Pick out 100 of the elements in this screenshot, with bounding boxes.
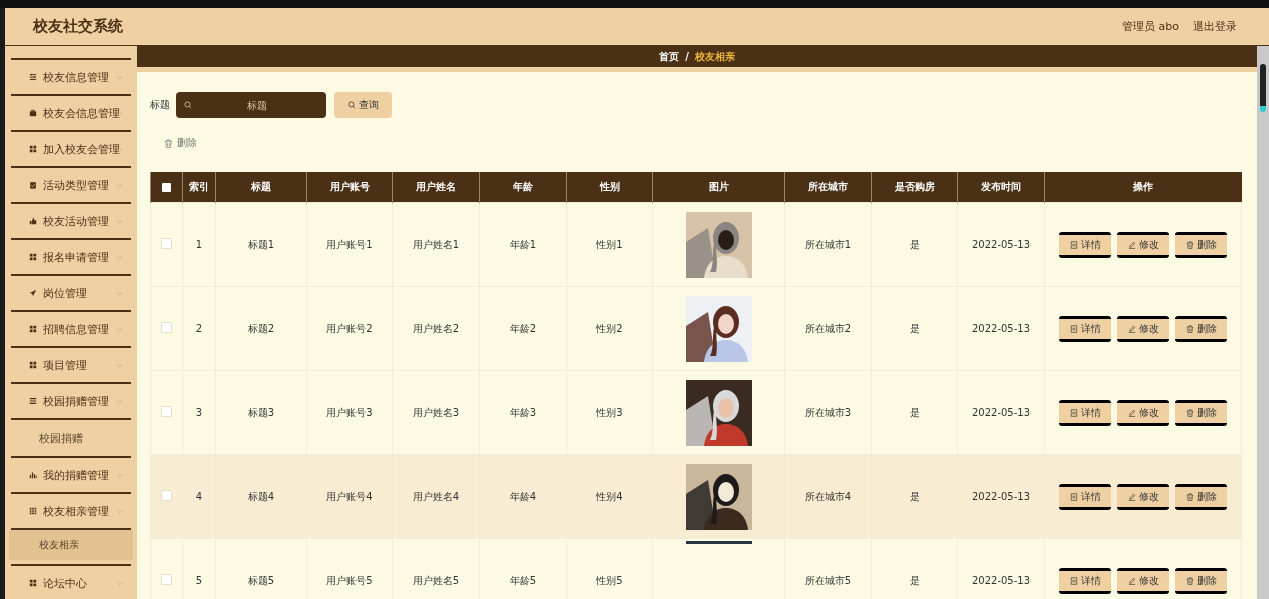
edit-icon xyxy=(1127,324,1136,333)
table-cell: 4 xyxy=(195,491,203,502)
chevron-icon xyxy=(116,183,123,188)
column-header: 发布时间 xyxy=(957,172,1045,203)
breadcrumb-link[interactable]: 首页 xyxy=(659,49,680,64)
search-field[interactable]: 标题 xyxy=(176,92,326,118)
column-header: 索引 xyxy=(182,172,216,203)
menu-item[interactable]: 招聘信息管理 xyxy=(11,312,131,346)
menu-item[interactable]: 论坛中心 xyxy=(11,566,131,599)
chevron-icon xyxy=(116,219,123,224)
trash-icon xyxy=(164,138,173,148)
menu-item[interactable]: 校友活动管理 xyxy=(11,204,131,238)
table-cell: 性别3 xyxy=(596,406,623,418)
action-button[interactable]: 详情 xyxy=(1059,399,1111,426)
menu-item[interactable]: 校友会信息管理 xyxy=(11,96,131,130)
menu-item[interactable]: 报名申请管理 xyxy=(11,240,131,274)
menu-item[interactable]: 我的捐赠管理 xyxy=(11,458,131,492)
column-header: 用户姓名 xyxy=(392,172,480,203)
action-button[interactable]: 修改 xyxy=(1117,483,1169,510)
action-button[interactable]: 修改 xyxy=(1117,399,1169,426)
document-icon xyxy=(1069,492,1078,501)
chevron-icon xyxy=(116,399,123,404)
table-cell: 是 xyxy=(909,406,920,418)
table-cell: 标题3 xyxy=(247,406,275,418)
table-cell: 所在城市3 xyxy=(804,406,852,418)
table-cell: 用户账号2 xyxy=(326,322,373,334)
table-cell: 所在城市4 xyxy=(804,490,852,502)
table-cell: 所在城市2 xyxy=(804,322,852,334)
menu-item[interactable]: 校园捐赠管理 xyxy=(11,384,131,418)
trash-icon xyxy=(1185,492,1194,501)
action-button[interactable]: 详情 xyxy=(1059,315,1111,342)
action-button[interactable]: 详情 xyxy=(1059,483,1111,510)
table-cell: 用户账号3 xyxy=(326,406,373,418)
table-cell: 是 xyxy=(909,322,920,334)
row-checkbox[interactable] xyxy=(161,406,172,417)
table-cell: 是 xyxy=(909,574,920,586)
table-cell: 年龄2 xyxy=(509,322,537,334)
table-cell: 年龄4 xyxy=(509,490,537,502)
sliders-icon xyxy=(29,73,37,81)
search-label: 标题 xyxy=(150,98,170,112)
grid-icon xyxy=(29,325,37,333)
edit-icon xyxy=(1127,576,1136,585)
table-cell: 标题4 xyxy=(247,490,275,502)
table-cell: 2022-05-13 xyxy=(971,491,1031,502)
menu-item[interactable]: 加入校友会管理 xyxy=(11,132,131,166)
action-button[interactable]: 修改 xyxy=(1117,567,1169,594)
menu-item[interactable]: 校友信息管理 xyxy=(11,60,131,94)
document-icon xyxy=(1069,576,1078,585)
document-icon xyxy=(1069,240,1078,249)
table-cell: 3 xyxy=(195,407,203,418)
table-cell: 所在城市5 xyxy=(804,574,852,586)
action-button[interactable]: 删除 xyxy=(1175,567,1227,594)
column-header: 是否购房 xyxy=(871,172,958,203)
action-button[interactable]: 删除 xyxy=(1175,483,1227,510)
menu-item[interactable]: 校友相亲管理 xyxy=(11,494,131,528)
table-cell: 是 xyxy=(909,490,920,502)
action-button[interactable]: 详情 xyxy=(1059,231,1111,258)
column-header: 所在城市 xyxy=(784,172,872,203)
action-button[interactable]: 详情 xyxy=(1059,567,1111,594)
trash-icon xyxy=(1185,576,1194,585)
table-cell: 年龄5 xyxy=(509,574,537,586)
action-button[interactable]: 删除 xyxy=(1175,399,1227,426)
briefcase-icon xyxy=(29,109,37,117)
action-button[interactable]: 修改 xyxy=(1117,231,1169,258)
grid-icon xyxy=(29,579,37,587)
delete-button[interactable]: 删除 xyxy=(162,134,199,152)
table-cell: 2022-05-13 xyxy=(971,239,1031,250)
table-cell: 5 xyxy=(195,575,203,586)
select-all-checkbox[interactable] xyxy=(162,183,171,192)
action-button[interactable]: 修改 xyxy=(1117,315,1169,342)
menu-item[interactable]: 岗位管理 xyxy=(11,276,131,310)
breadcrumb-link[interactable]: 校友相亲 xyxy=(694,49,735,64)
table-cell: 用户姓名2 xyxy=(412,322,460,334)
row-checkbox[interactable] xyxy=(161,322,172,333)
menu-item[interactable]: 活动类型管理 xyxy=(11,168,131,202)
column-header: 操作 xyxy=(1044,172,1242,203)
chevron-icon xyxy=(116,327,123,332)
submenu-item[interactable]: 校园捐赠 xyxy=(11,420,131,456)
table-cell: 标题1 xyxy=(247,238,275,250)
chevron-icon xyxy=(116,255,123,260)
logout-link[interactable]: 退出登录 xyxy=(1193,19,1237,34)
search-button[interactable]: 查询 xyxy=(334,92,392,118)
app-title: 校友社交系统 xyxy=(33,17,123,36)
row-checkbox[interactable] xyxy=(161,574,172,585)
chevron-icon xyxy=(116,509,123,514)
grid-icon xyxy=(29,145,37,153)
table-cell: 用户账号4 xyxy=(326,490,373,502)
table-cell: 性别1 xyxy=(596,238,623,250)
row-checkbox[interactable] xyxy=(161,238,172,249)
menu-item[interactable]: 项目管理 xyxy=(11,348,131,382)
submenu-item[interactable]: 校友相亲 xyxy=(9,530,133,560)
row-checkbox[interactable] xyxy=(161,490,172,501)
chevron-icon xyxy=(116,363,123,368)
grid-icon xyxy=(29,507,37,515)
scrollbar[interactable] xyxy=(1257,46,1269,599)
action-button[interactable]: 删除 xyxy=(1175,315,1227,342)
action-button[interactable]: 删除 xyxy=(1175,231,1227,258)
table-cell: 标题5 xyxy=(247,574,275,586)
column-header: 年龄 xyxy=(479,172,567,203)
grid-icon xyxy=(29,361,37,369)
